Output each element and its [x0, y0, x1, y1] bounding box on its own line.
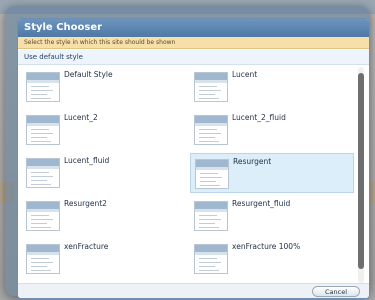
style-item-lucent-2[interactable]: Lucent_2 [22, 110, 186, 150]
overlay-frame: Style Chooser Select the style in which … [5, 6, 370, 299]
dialog-notice: Select the style in which this site shou… [18, 37, 369, 49]
style-item-label: Lucent [232, 70, 258, 79]
dialog-footer: Cancel [18, 283, 369, 298]
style-thumbnail [194, 244, 228, 274]
scrollbar-thumb[interactable] [358, 73, 364, 269]
style-item-resurgent2[interactable]: Resurgent2 [22, 196, 186, 236]
style-thumbnail [195, 159, 229, 189]
style-item-label: Resurgent2 [64, 199, 107, 208]
style-item-label: Lucent_2_fluid [232, 113, 286, 122]
style-chooser-dialog: Style Chooser Select the style in which … [17, 18, 370, 299]
style-thumbnail [26, 72, 60, 102]
style-thumbnail [26, 201, 60, 231]
style-item-xenfracture[interactable]: xenFracture [22, 239, 186, 279]
style-item-xenfracture-100[interactable]: xenFracture 100% [190, 239, 354, 279]
use-default-style-link[interactable]: Use default style [18, 50, 369, 65]
list-scrollbar[interactable] [358, 67, 364, 283]
style-thumbnail [26, 115, 60, 145]
style-item-resurgent-fluid[interactable]: Resurgent_fluid [190, 196, 354, 236]
style-item-label: Default Style [64, 70, 113, 79]
cancel-button[interactable]: Cancel [312, 286, 360, 297]
style-item-lucent-fluid[interactable]: Lucent_fluid [22, 153, 186, 193]
style-item-label: xenFracture [64, 242, 109, 251]
dialog-title: Style Chooser [18, 19, 369, 37]
style-item-default-style[interactable]: Default Style [22, 67, 186, 107]
style-item-label: Lucent_fluid [64, 156, 110, 165]
style-item-label: Resurgent [233, 157, 272, 166]
style-thumbnail [26, 158, 60, 188]
style-item-label: xenFracture 100% [232, 242, 301, 251]
style-list: Default Style Lucent Lucent_2 Lucent_2_f… [22, 67, 355, 283]
style-item-resurgent[interactable]: Resurgent [190, 153, 354, 193]
style-item-lucent-2-fluid[interactable]: Lucent_2_fluid [190, 110, 354, 150]
style-thumbnail [194, 115, 228, 145]
style-item-label: Resurgent_fluid [232, 199, 291, 208]
style-thumbnail [194, 72, 228, 102]
style-thumbnail [26, 244, 60, 274]
style-thumbnail [194, 201, 228, 231]
style-item-lucent[interactable]: Lucent [190, 67, 354, 107]
style-item-label: Lucent_2 [64, 113, 98, 122]
